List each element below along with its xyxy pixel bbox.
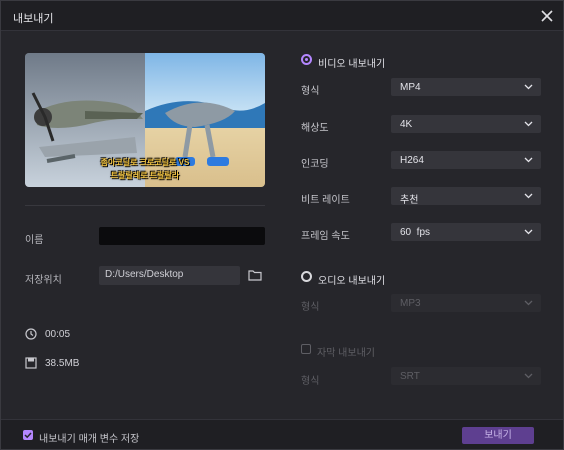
audio-format-value: MP3 bbox=[400, 298, 421, 309]
chevron-down-icon bbox=[524, 157, 533, 163]
duration-text: 00:05 bbox=[45, 329, 71, 340]
folder-icon[interactable] bbox=[248, 268, 262, 282]
preview-caption-line2: 트랄랄레로 트랄랄라 bbox=[110, 171, 180, 180]
location-label: 저장위치 bbox=[25, 275, 62, 286]
framerate-label: 프레임 속도 bbox=[301, 231, 350, 242]
dialog-title: 내보내기 bbox=[13, 13, 54, 25]
check-icon bbox=[24, 432, 32, 439]
chevron-down-icon bbox=[524, 300, 533, 306]
format-value: MP4 bbox=[400, 82, 421, 93]
encoding-label: 인코딩 bbox=[301, 159, 329, 170]
subtitle-format-label: 형식 bbox=[301, 376, 320, 387]
chevron-down-icon bbox=[524, 373, 533, 379]
name-input[interactable] bbox=[99, 227, 265, 245]
bitrate-label: 비트 레이트 bbox=[301, 195, 350, 206]
footer-bar: 내보내기 매개 변수 저장 보내기 bbox=[1, 419, 563, 449]
close-icon[interactable] bbox=[537, 6, 557, 26]
bitrate-value: 추천 bbox=[400, 195, 419, 206]
video-export-radio[interactable] bbox=[301, 54, 312, 65]
subtitle-format-value: SRT bbox=[400, 371, 420, 382]
audio-export-label: 오디오 내보내기 bbox=[318, 276, 386, 287]
save-params-label: 내보내기 매개 변수 저장 bbox=[39, 434, 140, 445]
subtitle-format-select[interactable]: SRT bbox=[391, 367, 541, 385]
clock-icon bbox=[25, 328, 37, 340]
save-icon bbox=[25, 357, 37, 369]
video-preview: 좀아코딜로 크로코딜로 VS 트랄랄레로 트랄랄라 bbox=[25, 53, 265, 187]
title-bar: 내보내기 bbox=[1, 1, 563, 31]
subtitle-export-checkbox[interactable] bbox=[301, 344, 311, 354]
chevron-down-icon bbox=[524, 229, 533, 235]
export-dialog: 내보내기 좀아코딜로 크로코딜로 VS 트랄랄레로 트랄랄라 이름 저장위치 D… bbox=[0, 0, 564, 450]
bitrate-select[interactable]: 추천 bbox=[391, 187, 541, 206]
resolution-select[interactable]: 4K bbox=[391, 115, 541, 133]
audio-format-select[interactable]: MP3 bbox=[391, 294, 541, 312]
export-button[interactable]: 보내기 bbox=[462, 427, 534, 444]
location-input[interactable]: D:/Users/Desktop bbox=[99, 266, 240, 285]
encoding-value: H264 bbox=[400, 155, 424, 166]
save-params-checkbox[interactable] bbox=[23, 430, 33, 440]
resolution-label: 해상도 bbox=[301, 123, 329, 134]
subtitle-export-label: 자막 내보내기 bbox=[317, 348, 375, 359]
audio-format-label: 형식 bbox=[301, 302, 320, 313]
video-export-label: 비디오 내보내기 bbox=[318, 59, 386, 70]
format-select[interactable]: MP4 bbox=[391, 78, 541, 96]
file-size-text: 38.5MB bbox=[45, 358, 80, 369]
framerate-select[interactable]: 60 fps bbox=[391, 223, 541, 241]
divider bbox=[25, 205, 265, 206]
resolution-value: 4K bbox=[400, 119, 413, 130]
chevron-down-icon bbox=[524, 121, 533, 127]
preview-caption-line1: 좀아코딜로 크로코딜로 VS bbox=[100, 158, 190, 167]
chevron-down-icon bbox=[524, 84, 533, 90]
framerate-value: 60 fps bbox=[400, 227, 431, 238]
encoding-select[interactable]: H264 bbox=[391, 151, 541, 169]
format-label: 형식 bbox=[301, 86, 320, 97]
audio-export-radio[interactable] bbox=[301, 271, 312, 282]
chevron-down-icon bbox=[524, 193, 533, 199]
name-label: 이름 bbox=[25, 235, 44, 246]
